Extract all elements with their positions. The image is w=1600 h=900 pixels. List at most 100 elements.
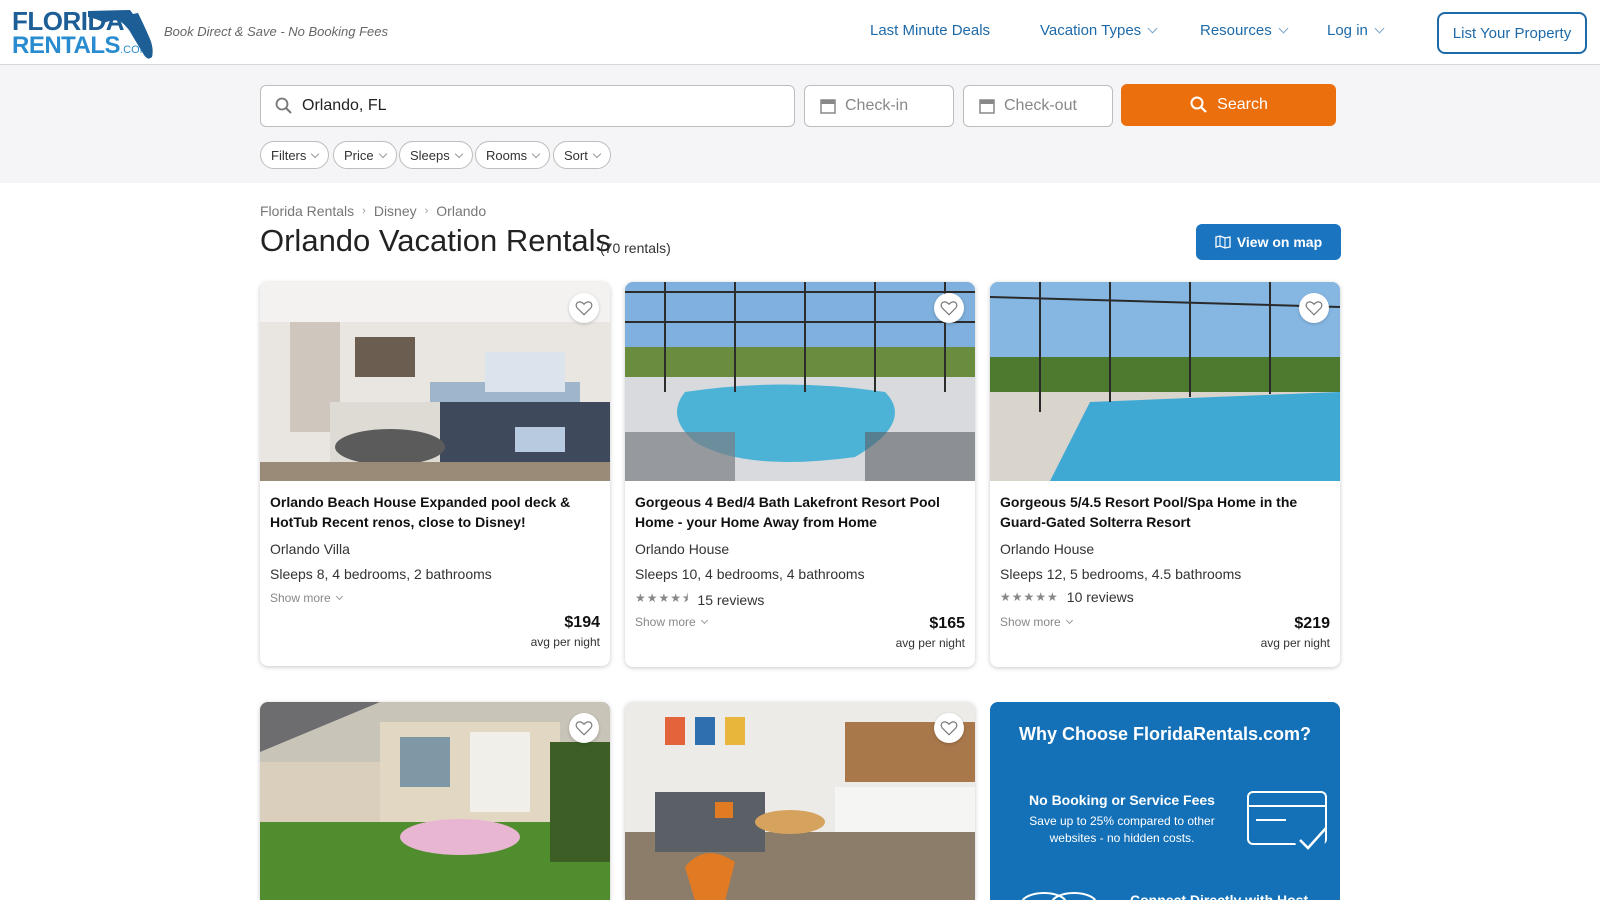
listing-card[interactable] xyxy=(625,702,975,900)
listing-photo[interactable] xyxy=(625,702,975,900)
feature-no-fees-description: Save up to 25% compared to other website… xyxy=(1029,814,1215,845)
chevron-down-icon xyxy=(1374,23,1385,34)
listing-type: Orlando Villa xyxy=(270,541,350,557)
filter-pill-rooms[interactable]: Rooms xyxy=(475,141,551,169)
listing-photo[interactable] xyxy=(260,282,610,481)
page-title: Orlando Vacation Rentals xyxy=(260,223,611,258)
listing-type: Orlando House xyxy=(635,541,730,557)
map-icon xyxy=(1215,235,1231,249)
feature-connect-host-title: Connect Directly with Host xyxy=(1130,892,1309,900)
favorite-heart-icon[interactable] xyxy=(934,293,964,323)
nav-resources[interactable]: Resources xyxy=(1200,22,1289,39)
listing-price: $194 xyxy=(564,614,600,631)
breadcrumb-link-florida-rentals[interactable]: Florida Rentals xyxy=(260,203,354,219)
chevron-right-icon: › xyxy=(424,205,429,217)
list-your-property-button[interactable]: List Your Property xyxy=(1437,12,1587,54)
pill-label: Rooms xyxy=(486,147,528,163)
listing-title[interactable]: Gorgeous 4 Bed/4 Bath Lakefront Resort P… xyxy=(635,492,965,532)
review-count: 10 reviews xyxy=(1066,589,1134,605)
chevron-right-icon: › xyxy=(362,205,366,217)
check-in-placeholder: Check-in xyxy=(845,97,909,114)
show-more-toggle[interactable]: Show more xyxy=(1000,615,1073,629)
site-logo[interactable]: FLORIDA RENTALS.COM xyxy=(12,5,153,60)
listing-type: Orlando House xyxy=(1000,541,1095,557)
filter-pill-sort[interactable]: Sort xyxy=(553,141,611,169)
calendar-icon xyxy=(979,99,995,114)
nav-label: Log in xyxy=(1327,22,1368,39)
view-on-map-button[interactable]: View on map xyxy=(1196,224,1341,260)
listing-photo[interactable] xyxy=(990,282,1340,481)
chevron-down-icon xyxy=(335,592,343,601)
search-button[interactable]: Search xyxy=(1121,84,1336,126)
listing-capacity: Sleeps 10, 4 bedrooms, 4 bathrooms xyxy=(635,566,865,582)
chevron-down-icon xyxy=(1278,23,1289,34)
favorite-heart-icon[interactable] xyxy=(1299,293,1329,323)
favorite-heart-icon[interactable] xyxy=(569,293,599,323)
rentals-count: (70 rentals) xyxy=(600,240,671,256)
nav-login[interactable]: Log in xyxy=(1327,22,1385,39)
star-rating-icon: ★★★★★ xyxy=(1000,590,1059,604)
nav-label: Resources xyxy=(1200,22,1272,39)
listing-card[interactable]: Gorgeous 5/4.5 Resort Pool/Spa Home in t… xyxy=(990,282,1340,667)
location-search-input[interactable]: Orlando, FL xyxy=(260,85,795,127)
review-count: 15 reviews xyxy=(697,591,765,608)
chevron-down-icon xyxy=(1147,23,1158,34)
chevron-down-icon xyxy=(700,616,708,625)
listing-photo[interactable] xyxy=(625,282,975,481)
chevron-down-icon xyxy=(1065,616,1073,625)
listing-rating[interactable]: ★★★★⯨ 15 reviews xyxy=(635,589,764,610)
filter-pill-filters[interactable]: Filters xyxy=(260,141,330,169)
search-bar-section: Orlando, FL Check-in Check-out Search Fi… xyxy=(0,65,1600,183)
breadcrumb-link-disney[interactable]: Disney xyxy=(374,203,417,219)
site-header: FLORIDA RENTALS.COM Book Direct & Save -… xyxy=(0,0,1600,65)
tagline: Book Direct & Save - No Booking Fees xyxy=(164,24,388,39)
listing-price: $165 xyxy=(929,615,965,632)
breadcrumb: Florida Rentals › Disney › Orlando xyxy=(260,203,486,219)
search-button-label: Search xyxy=(1217,96,1268,113)
listing-card[interactable]: Gorgeous 4 Bed/4 Bath Lakefront Resort P… xyxy=(625,282,975,667)
breadcrumb-link-orlando[interactable]: Orlando xyxy=(436,203,486,219)
pill-label: Sleeps xyxy=(410,147,450,163)
map-button-label: View on map xyxy=(1236,234,1323,250)
why-choose-title: Why Choose FloridaRentals.com? xyxy=(1018,724,1312,744)
pill-label: Filters xyxy=(271,147,307,163)
filter-pill-sleeps[interactable]: Sleeps xyxy=(399,141,473,169)
listing-card[interactable]: Orlando Beach House Expanded pool deck &… xyxy=(260,282,610,666)
listing-capacity: Sleeps 8, 4 bedrooms, 2 bathrooms xyxy=(270,566,492,582)
nav-label: Vacation Types xyxy=(1040,22,1142,39)
price-note: avg per night xyxy=(1260,636,1330,650)
check-out-input[interactable]: Check-out xyxy=(963,85,1113,127)
listing-price: $219 xyxy=(1294,615,1330,632)
nav-last-minute-deals[interactable]: Last Minute Deals xyxy=(870,22,990,39)
feature-no-fees-title: No Booking or Service Fees xyxy=(1029,792,1215,808)
listing-rating[interactable]: ★★★★★ 10 reviews xyxy=(1000,589,1134,605)
show-more-toggle[interactable]: Show more xyxy=(635,615,708,629)
location-value: Orlando, FL xyxy=(302,97,387,114)
chevron-down-icon xyxy=(378,149,387,158)
price-note: avg per night xyxy=(895,636,965,650)
chevron-down-icon xyxy=(454,149,463,158)
favorite-heart-icon[interactable] xyxy=(569,713,599,743)
listing-photo[interactable] xyxy=(260,702,610,900)
why-choose-panel: Why Choose FloridaRentals.com? No Bookin… xyxy=(990,702,1340,900)
check-in-input[interactable]: Check-in xyxy=(804,85,954,127)
calendar-icon xyxy=(820,99,836,114)
show-more-label: Show more xyxy=(270,591,331,605)
chevron-down-icon xyxy=(311,149,320,158)
nav-vacation-types[interactable]: Vacation Types xyxy=(1040,22,1158,39)
show-more-label: Show more xyxy=(1000,615,1061,629)
favorite-heart-icon[interactable] xyxy=(934,713,964,743)
listing-title[interactable]: Orlando Beach House Expanded pool deck &… xyxy=(270,492,600,532)
chat-bubbles-icon xyxy=(1021,892,1097,900)
check-out-placeholder: Check-out xyxy=(1004,97,1077,114)
search-icon xyxy=(275,97,292,114)
listing-title[interactable]: Gorgeous 5/4.5 Resort Pool/Spa Home in t… xyxy=(1000,492,1330,532)
florida-map-icon xyxy=(88,10,153,59)
pill-label: Price xyxy=(344,147,374,163)
listing-capacity: Sleeps 12, 5 bedrooms, 4.5 bathrooms xyxy=(1000,566,1242,582)
price-note: avg per night xyxy=(530,635,600,649)
listing-card[interactable] xyxy=(260,702,610,900)
show-more-toggle[interactable]: Show more xyxy=(270,591,343,605)
filter-pill-price[interactable]: Price xyxy=(333,141,397,169)
star-rating-icon: ★★★★⯨ xyxy=(635,591,690,605)
